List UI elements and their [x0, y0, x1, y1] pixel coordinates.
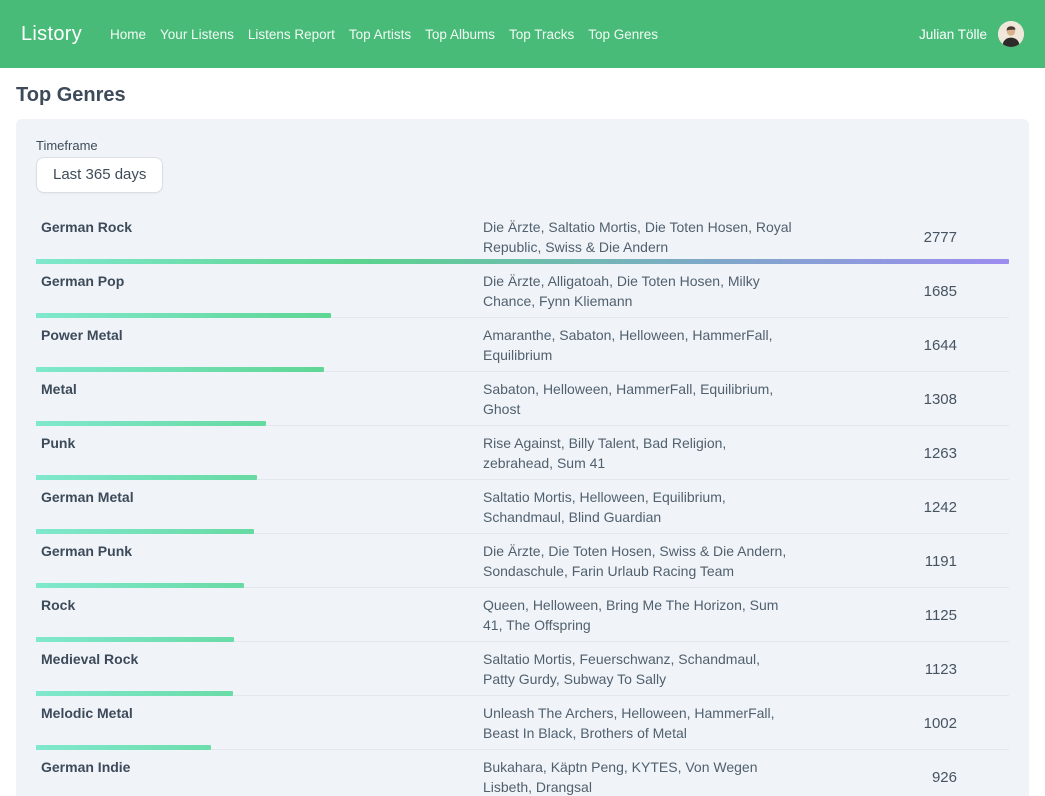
genre-count: 2777 [924, 229, 1009, 246]
genre-bar [36, 583, 244, 588]
genre-artists: Unleash The Archers, Helloween, HammerFa… [483, 703, 795, 743]
genre-count: 1242 [924, 499, 1009, 516]
genre-row: Melodic Metal Unleash The Archers, Hello… [36, 696, 1009, 750]
genre-bar-fill [36, 583, 244, 588]
brand-logo[interactable]: Listory [21, 23, 82, 46]
genre-count: 1125 [925, 607, 1009, 624]
genre-name: German Punk [36, 541, 483, 561]
genre-bar-track [36, 583, 1009, 588]
genre-name: German Rock [36, 217, 483, 237]
nav-item-top-artists[interactable]: Top Artists [342, 21, 418, 48]
genre-name: Power Metal [36, 325, 483, 345]
genre-artists: Die Ärzte, Saltatio Mortis, Die Toten Ho… [483, 217, 795, 257]
timeframe-select[interactable]: Last 365 days [36, 157, 163, 193]
timeframe-label: Timeframe [36, 138, 1009, 153]
genre-bar-track [36, 367, 1009, 372]
genre-bar [36, 421, 266, 426]
genre-bar [36, 745, 211, 750]
genre-bar-fill [36, 421, 266, 426]
genre-artists: Saltatio Mortis, Helloween, Equilibrium,… [483, 487, 795, 527]
genre-row: German Indie Bukahara, Käptn Peng, KYTES… [36, 750, 1009, 796]
genre-name: Medieval Rock [36, 649, 483, 669]
genre-artists: Die Ärzte, Die Toten Hosen, Swiss & Die … [483, 541, 795, 581]
genre-bar-fill [36, 367, 324, 372]
genre-artists: Bukahara, Käptn Peng, KYTES, Von Wegen L… [483, 757, 795, 796]
genre-artists: Amaranthe, Sabaton, Helloween, HammerFal… [483, 325, 795, 365]
genre-bar-fill [36, 529, 254, 534]
genre-name: Melodic Metal [36, 703, 483, 723]
genre-count: 1308 [924, 391, 1009, 408]
genre-row: German Metal Saltatio Mortis, Helloween,… [36, 480, 1009, 534]
navbar: Listory Home Your Listens Listens Report… [0, 0, 1045, 68]
genre-row: Power Metal Amaranthe, Sabaton, Hellowee… [36, 318, 1009, 372]
genre-bar-track [36, 313, 1009, 318]
genre-count: 1002 [924, 715, 1009, 732]
timeframe-filter: Timeframe Last 365 days [36, 138, 1009, 193]
genre-bar [36, 367, 324, 372]
genre-bar-fill [36, 313, 331, 318]
genre-bar [36, 259, 1009, 264]
genre-bar-fill [36, 637, 234, 642]
genre-bar [36, 529, 254, 534]
genre-bar [36, 313, 331, 318]
genre-list: German Rock Die Ärzte, Saltatio Mortis, … [36, 210, 1009, 796]
genre-artists: Saltatio Mortis, Feuerschwanz, Schandmau… [483, 649, 795, 689]
user-menu: Julian Tölle [919, 21, 1024, 47]
user-name[interactable]: Julian Tölle [919, 27, 987, 42]
genre-row: German Rock Die Ärzte, Saltatio Mortis, … [36, 210, 1009, 264]
genre-name: German Metal [36, 487, 483, 507]
nav-item-home[interactable]: Home [103, 21, 153, 48]
nav-item-top-genres[interactable]: Top Genres [581, 21, 665, 48]
genre-count: 1644 [924, 337, 1009, 354]
genre-row: Medieval Rock Saltatio Mortis, Feuerschw… [36, 642, 1009, 696]
genre-artists: Rise Against, Billy Talent, Bad Religion… [483, 433, 795, 473]
genre-name: Metal [36, 379, 483, 399]
genre-bar-track [36, 691, 1009, 696]
genre-count: 1685 [924, 283, 1009, 300]
genre-count: 1191 [925, 553, 1009, 570]
genre-row: Rock Queen, Helloween, Bring Me The Hori… [36, 588, 1009, 642]
nav-item-top-albums[interactable]: Top Albums [418, 21, 502, 48]
genre-bar-fill [36, 259, 1009, 264]
genre-row: German Pop Die Ärzte, Alligatoah, Die To… [36, 264, 1009, 318]
genre-artists: Die Ärzte, Alligatoah, Die Toten Hosen, … [483, 271, 795, 311]
genre-bar-track [36, 745, 1009, 750]
genre-artists: Queen, Helloween, Bring Me The Horizon, … [483, 595, 795, 635]
genre-row: Metal Sabaton, Helloween, HammerFall, Eq… [36, 372, 1009, 426]
page-title: Top Genres [16, 84, 1029, 107]
nav-item-your-listens[interactable]: Your Listens [153, 21, 241, 48]
avatar-photo [998, 21, 1024, 47]
genre-row: German Punk Die Ärzte, Die Toten Hosen, … [36, 534, 1009, 588]
genre-artists: Sabaton, Helloween, HammerFall, Equilibr… [483, 379, 795, 419]
genre-name: German Indie [36, 757, 483, 777]
genre-bar-track [36, 529, 1009, 534]
genre-bar-track [36, 637, 1009, 642]
genre-bar-fill [36, 745, 211, 750]
top-genres-card: Timeframe Last 365 days German Rock Die … [16, 119, 1029, 796]
genre-bar-fill [36, 691, 233, 696]
genre-count: 1263 [924, 445, 1009, 462]
user-avatar[interactable] [998, 21, 1024, 47]
genre-count: 1123 [925, 661, 1009, 678]
genre-name: Rock [36, 595, 483, 615]
genre-name: Punk [36, 433, 483, 453]
genre-bar-fill [36, 475, 257, 480]
genre-count: 926 [932, 769, 1009, 786]
genre-bar [36, 475, 257, 480]
genre-bar [36, 691, 233, 696]
genre-bar [36, 637, 234, 642]
main-nav: Home Your Listens Listens Report Top Art… [103, 21, 665, 48]
genre-row: Punk Rise Against, Billy Talent, Bad Rel… [36, 426, 1009, 480]
genre-bar-track [36, 259, 1009, 264]
genre-name: German Pop [36, 271, 483, 291]
nav-item-listens-report[interactable]: Listens Report [241, 21, 342, 48]
genre-bar-track [36, 421, 1009, 426]
page-content: Top Genres Timeframe Last 365 days Germa… [0, 84, 1045, 796]
nav-item-top-tracks[interactable]: Top Tracks [502, 21, 581, 48]
genre-bar-track [36, 475, 1009, 480]
